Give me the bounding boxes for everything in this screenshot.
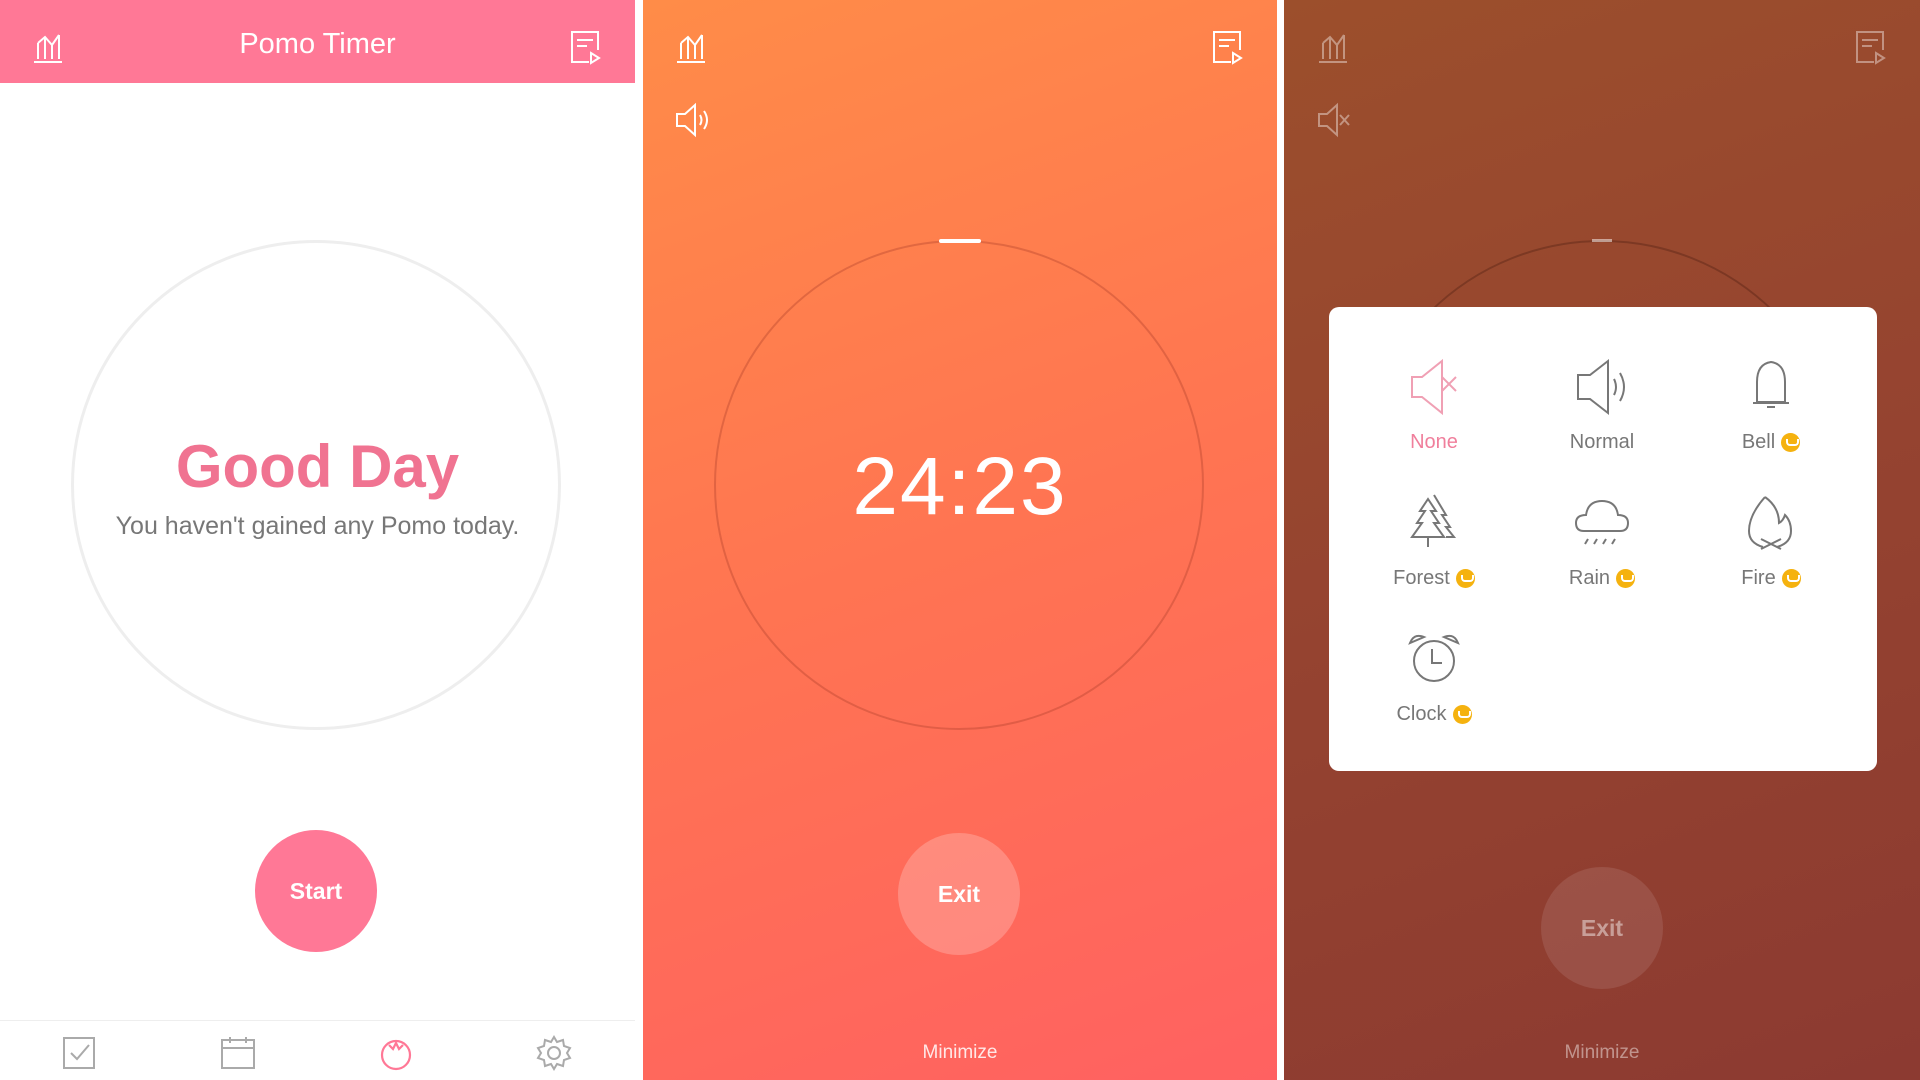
minimize-button[interactable]: Minimize (643, 1042, 1277, 1064)
playlist-icon[interactable] (1209, 29, 1245, 65)
sound-option-rain[interactable]: Rain (1522, 493, 1682, 590)
timer-display: 24:23 (852, 441, 1068, 532)
premium-crown-icon (1781, 569, 1801, 588)
premium-crown-icon (1616, 569, 1636, 588)
chart-icon[interactable] (673, 29, 709, 65)
exit-button[interactable]: Exit (898, 833, 1020, 955)
speaker-muted-icon (1411, 358, 1457, 416)
exit-button[interactable]: Exit (1541, 867, 1663, 989)
sound-option-fire[interactable]: Fire (1691, 493, 1851, 590)
calendar-icon[interactable] (220, 1035, 256, 1071)
minimize-button[interactable]: Minimize (1284, 1042, 1920, 1064)
progress-arc (939, 239, 981, 243)
app-title: Pomo Timer (239, 28, 396, 60)
bottom-nav (0, 1020, 635, 1080)
premium-crown-icon (1452, 705, 1472, 724)
sound-option-normal[interactable]: Normal (1522, 357, 1682, 454)
alarm-clock-icon (1408, 634, 1460, 682)
sound-option-none[interactable]: None (1354, 357, 1514, 454)
timer-screen: 24:23 Exit Minimize (643, 0, 1277, 1080)
header: Pomo Timer (0, 0, 635, 83)
start-button[interactable]: Start (255, 830, 377, 952)
rain-icon (1574, 499, 1630, 545)
playlist-icon[interactable] (1852, 29, 1888, 65)
sound-picker-popup: None Normal Bell Forest Rain Fire Clock (1329, 307, 1877, 771)
sound-picker-screen: Exit Minimize None Normal Bell Forest Ra… (1284, 0, 1920, 1080)
speaker-icon (1577, 358, 1625, 416)
speaker-icon[interactable] (674, 102, 710, 138)
gear-icon[interactable] (536, 1035, 572, 1071)
premium-crown-icon (1781, 433, 1801, 452)
sound-option-clock[interactable]: Clock (1354, 629, 1514, 726)
speaker-muted-icon[interactable] (1316, 102, 1352, 138)
sound-option-forest[interactable]: Forest (1354, 493, 1514, 590)
checkbox-icon[interactable] (61, 1035, 97, 1071)
fire-icon (1747, 496, 1793, 550)
pomo-summary: You haven't gained any Pomo today. (115, 512, 520, 540)
premium-crown-icon (1455, 569, 1475, 588)
bell-icon (1753, 360, 1789, 408)
home-screen: Pomo Timer Good Day You haven't gained a… (0, 0, 635, 1080)
sound-option-bell[interactable]: Bell (1691, 357, 1851, 454)
greeting: Good Day (175, 433, 460, 500)
playlist-icon[interactable] (567, 29, 603, 65)
tomato-icon[interactable] (378, 1035, 414, 1071)
chart-icon[interactable] (1315, 29, 1351, 65)
progress-arc (1592, 239, 1612, 242)
forest-icon (1410, 494, 1457, 547)
